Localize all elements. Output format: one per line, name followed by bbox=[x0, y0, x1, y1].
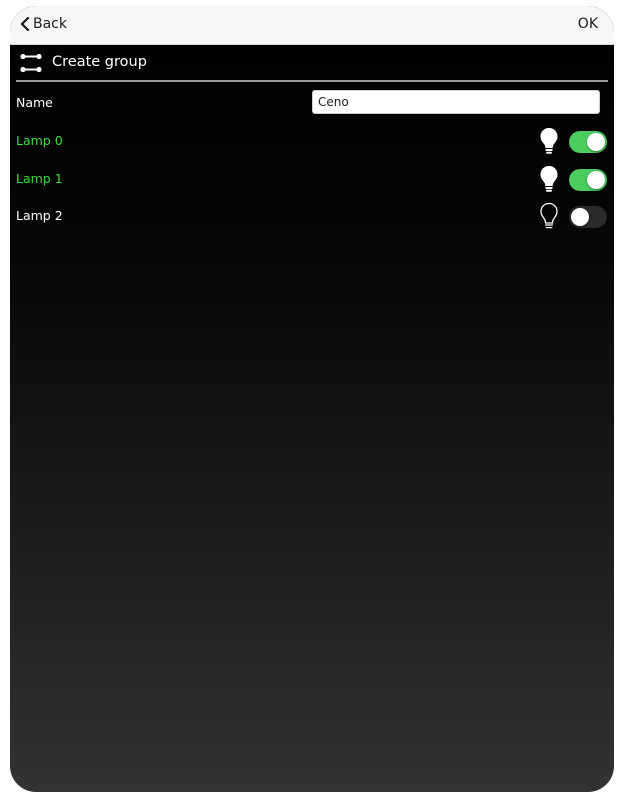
back-button[interactable]: Back bbox=[20, 16, 67, 32]
ok-button[interactable]: OK bbox=[578, 16, 598, 32]
lamp-toggle[interactable] bbox=[569, 131, 607, 153]
lamp-toggle[interactable] bbox=[569, 169, 607, 191]
lamp-label: Lamp 2 bbox=[16, 208, 63, 223]
toggle-knob bbox=[571, 208, 589, 226]
group-icon bbox=[20, 53, 42, 73]
toggle-knob bbox=[587, 133, 605, 151]
navigation-bar: Back OK bbox=[10, 6, 614, 45]
lamp-label: Lamp 1 bbox=[16, 171, 63, 186]
back-label: Back bbox=[33, 16, 67, 32]
chevron-left-icon bbox=[20, 17, 30, 31]
name-label: Name bbox=[16, 95, 53, 110]
page-header: Create group bbox=[10, 44, 614, 81]
lamp-row-1: Lamp 1 bbox=[10, 164, 614, 194]
page-title: Create group bbox=[52, 54, 147, 70]
lamp-toggle[interactable] bbox=[569, 206, 607, 228]
lamp-label: Lamp 0 bbox=[16, 133, 63, 148]
name-input[interactable] bbox=[312, 90, 600, 114]
lightbulb-off-icon bbox=[540, 202, 558, 229]
lamp-row-2: Lamp 2 bbox=[10, 201, 614, 231]
lightbulb-on-icon bbox=[540, 128, 558, 154]
header-divider bbox=[16, 80, 608, 82]
name-row: Name bbox=[10, 88, 614, 118]
toggle-knob bbox=[587, 171, 605, 189]
app-screen: Back OK Create group Name Lamp 0 Lamp bbox=[10, 6, 614, 792]
lamp-row-0: Lamp 0 bbox=[10, 126, 614, 156]
lightbulb-on-icon bbox=[540, 166, 558, 192]
